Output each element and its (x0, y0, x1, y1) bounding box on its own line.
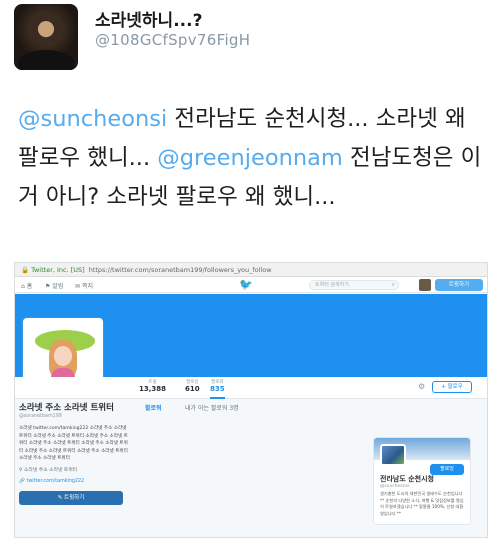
mention-link[interactable]: @suncheonsi (18, 106, 167, 132)
tab-followers-you-know[interactable]: 내가 아는 팔로워 3명 (185, 403, 239, 412)
user-handle[interactable]: @108GCfSpv76FigH (95, 31, 250, 49)
follower-handle[interactable]: @suncheonsi (380, 484, 409, 489)
follow-button[interactable]: + 팔로우 (432, 381, 472, 393)
lock-icon: 🔒 (21, 265, 30, 274)
tweet-text: @suncheonsi 전라남도 순천시청... 소라넷 왜 팔로우 했니...… (18, 100, 488, 217)
follower-tabs: 팔로워 내가 아는 팔로워 3명 (145, 399, 365, 413)
notifications-nav[interactable]: ⚑ 알림 (45, 281, 63, 290)
stat-tweets[interactable]: 트윗 13,388 (139, 379, 166, 393)
profile-url[interactable]: 🔗 twitter.com/tamking222 (19, 478, 131, 486)
attached-screenshot[interactable]: 🔒 Twitter, Inc. [US] https://twitter.com… (14, 262, 488, 538)
stat-following[interactable]: 팔로잉 610 (185, 379, 200, 393)
user-avatar[interactable] (14, 4, 78, 70)
profile-handle[interactable]: @soranetbam199 (19, 414, 131, 419)
profile-location: ⚲ 소라넷 주소 소라넷 트위터 (19, 467, 78, 473)
mention-link[interactable]: @greenjeonnam (157, 145, 343, 171)
tab-followers[interactable]: 팔로워 (145, 403, 162, 412)
twitter-top-nav: ⌂ 홈 ⚑ 알림 ✉ 쪽지 🐦 트위터 검색하기 ⌕ 트윗하기 (15, 277, 487, 293)
follower-card[interactable]: 팔로잉 전라남도 순천시청 @suncheonsi 생기충천 도시의 대한민국 … (373, 437, 471, 525)
tweet-to-button[interactable]: ✎ 트윗하기 (19, 490, 123, 505)
profile-name: 소라넷 주소 소라넷 트위터 (19, 403, 114, 413)
messages-nav[interactable]: ✉ 쪽지 (75, 281, 93, 290)
compose-tweet-button[interactable]: 트윗하기 (435, 279, 483, 291)
profile-stats-bar: 트윗 13,388 팔로잉 610 팔로워 835 ⚙ + 팔로우 (15, 377, 487, 399)
account-avatar[interactable] (419, 279, 431, 291)
profile-bio: 소라넷 twitter.com/tamking222 소라넷 주소 소라넷 트위… (19, 426, 128, 461)
stat-followers[interactable]: 팔로워 835 (210, 379, 225, 399)
gear-icon[interactable]: ⚙ (418, 382, 425, 391)
twitter-bird-icon[interactable]: 🐦 (239, 278, 253, 291)
url-text: https://twitter.com/soranetbam199/follow… (88, 265, 272, 274)
secure-label: Twitter, Inc. [US] (31, 265, 85, 274)
follower-avatar[interactable] (380, 444, 406, 466)
search-input[interactable]: 트위터 검색하기 ⌕ (309, 280, 399, 290)
follower-bio: 생기충천 도시의 대한민국 생태수도 순천입니다 ** 순천의 다양한 소식, … (380, 491, 464, 516)
profile-sidebar: 소라넷 주소 소라넷 트위터 @soranetbam199 소라넷 twitte… (19, 403, 131, 505)
display-name[interactable]: 소라넷하니...? (95, 6, 202, 31)
browser-address-bar: 🔒 Twitter, Inc. [US] https://twitter.com… (15, 263, 487, 277)
link-icon: 🔗 (19, 479, 27, 484)
search-icon: ⌕ (391, 281, 395, 288)
home-nav[interactable]: ⌂ 홈 (21, 281, 32, 290)
following-button[interactable]: 팔로잉 (430, 464, 464, 475)
follower-name[interactable]: 전라남도 순천시청 (380, 474, 434, 484)
